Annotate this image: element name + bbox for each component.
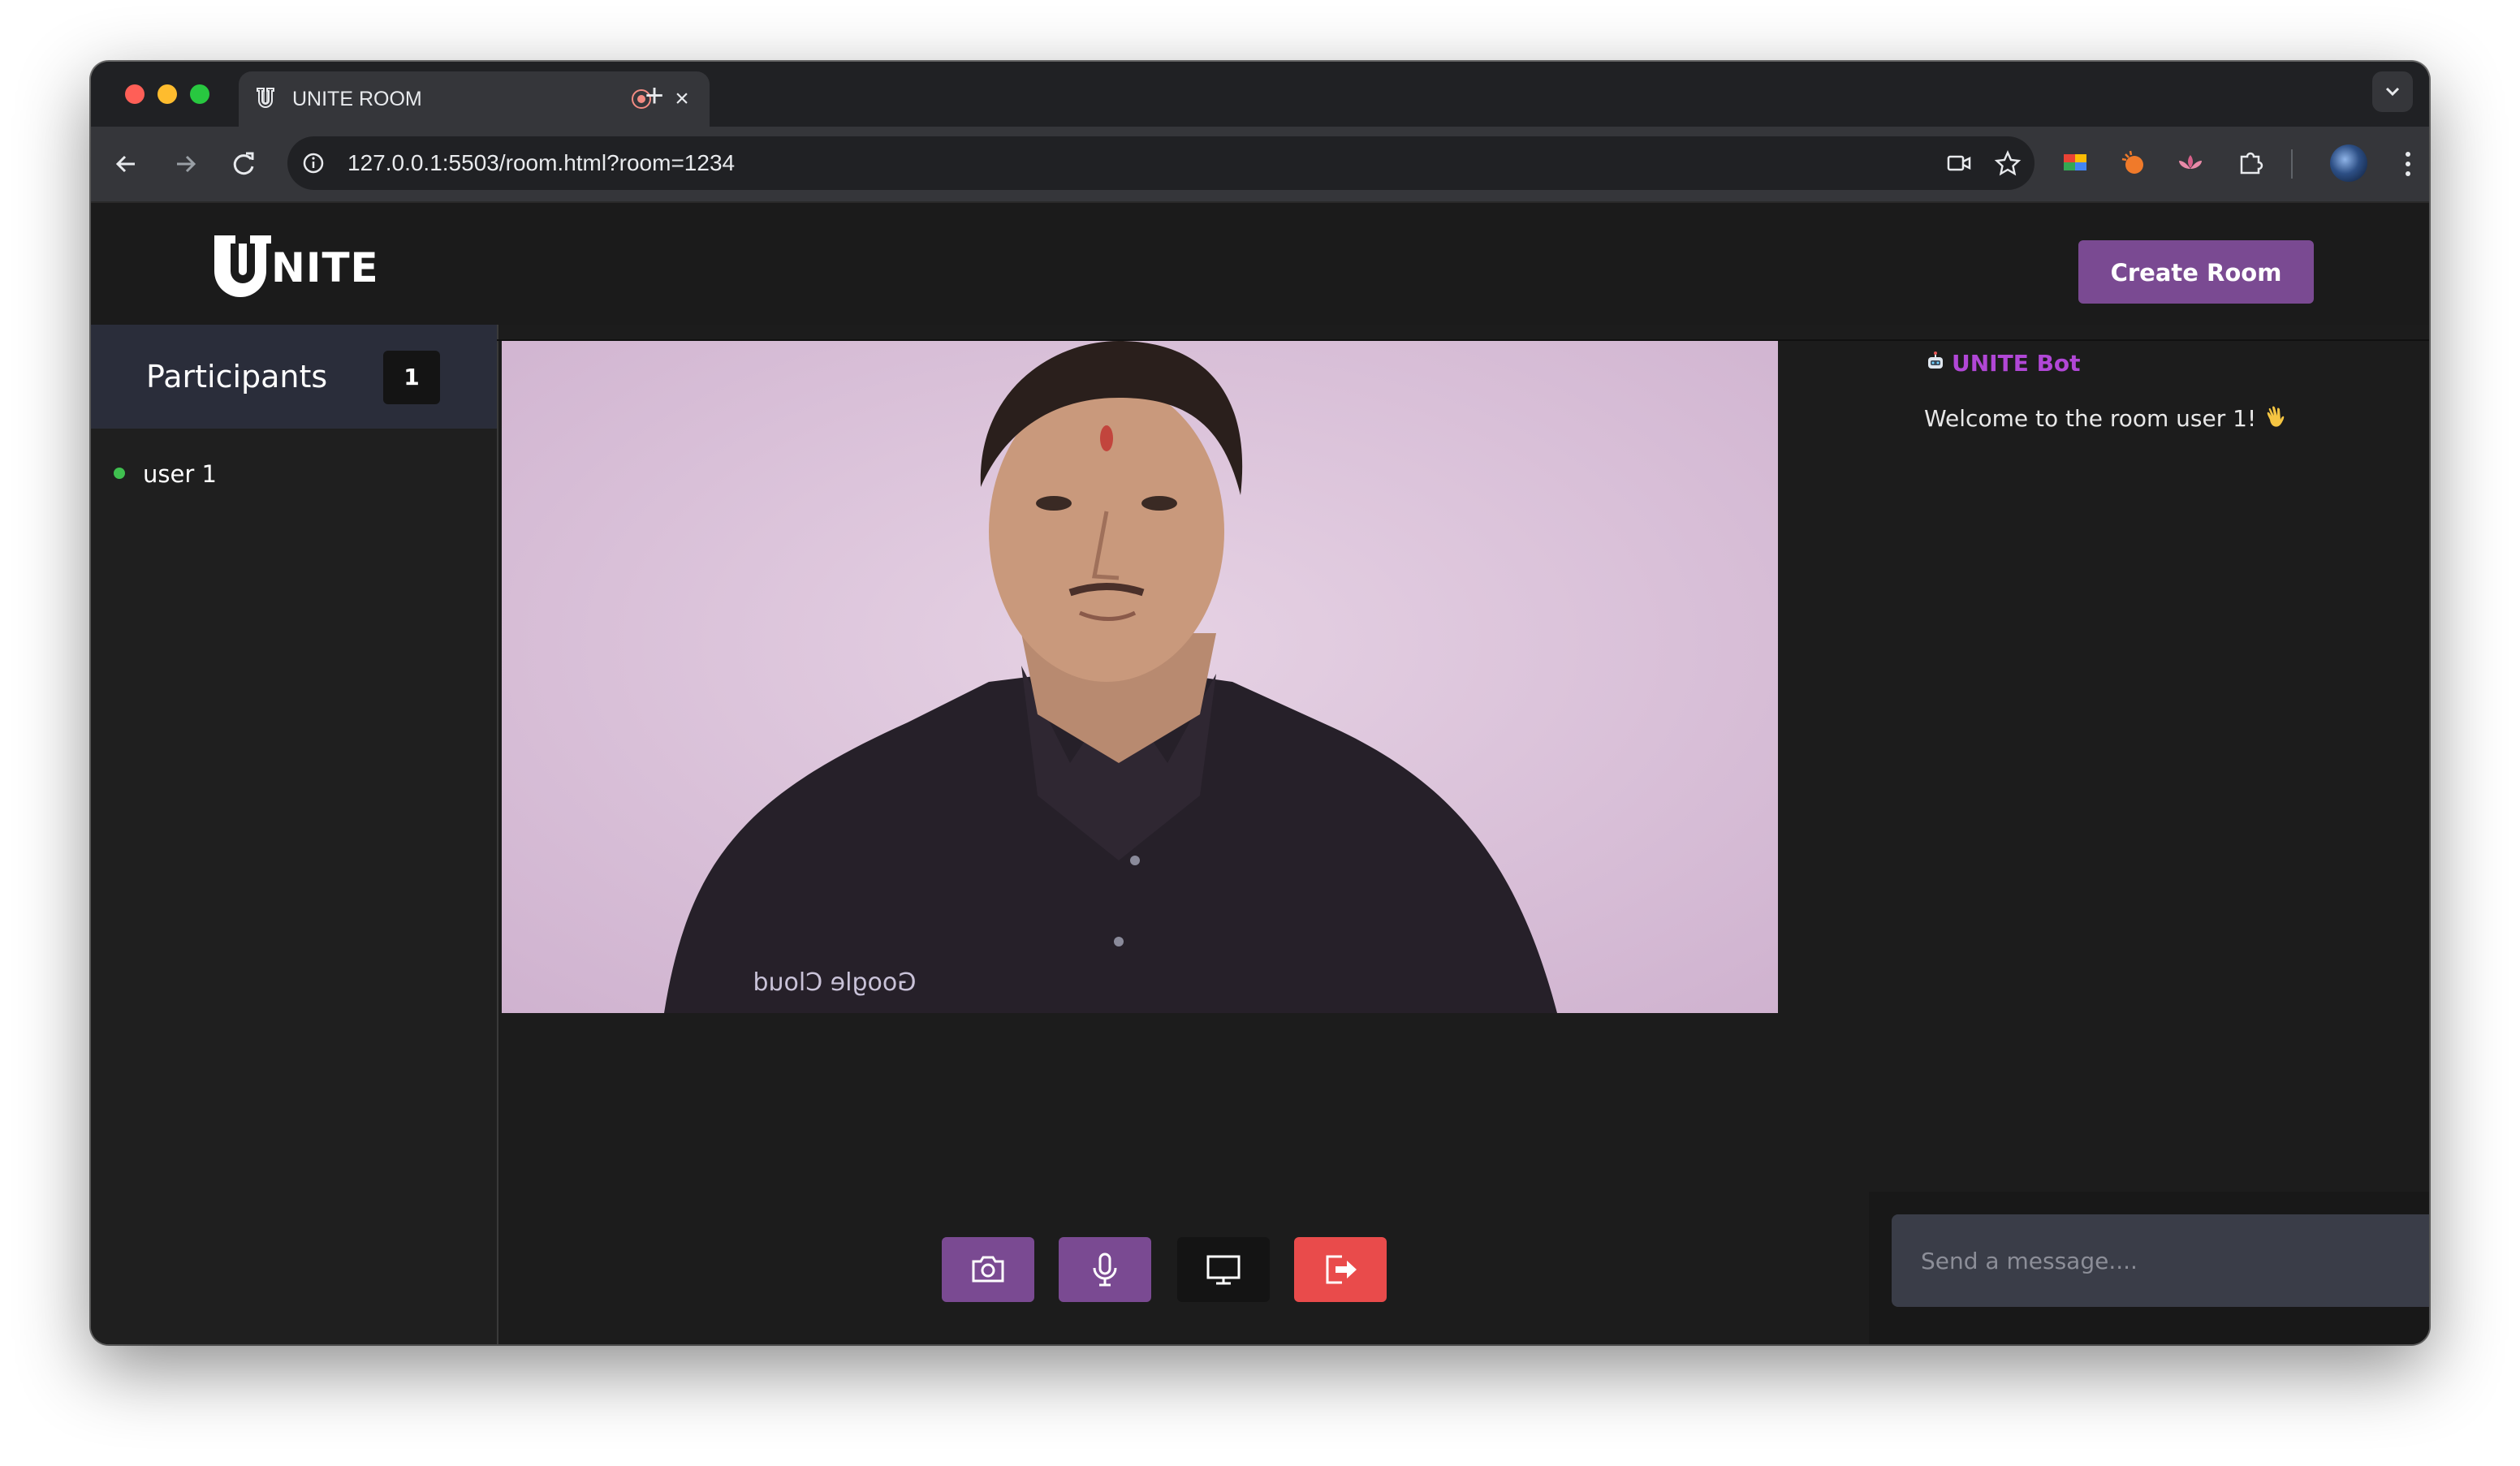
forward-icon[interactable]: [166, 144, 205, 183]
participants-count-badge: 1: [383, 351, 440, 404]
chat-message-text: Welcome to the room user 1!: [1924, 403, 2289, 435]
logo-u-emblem-icon: [214, 235, 271, 297]
chat-message-input[interactable]: [1892, 1214, 2429, 1307]
local-video-feed: Google Cloud: [502, 341, 1778, 1013]
new-tab-icon[interactable]: +: [635, 78, 674, 117]
back-icon[interactable]: [107, 144, 146, 183]
app-navbar: NITE Create Room: [91, 203, 2429, 325]
create-room-button[interactable]: Create Room: [2078, 240, 2314, 304]
toolbar-separator: [2291, 149, 2293, 179]
leave-icon: [1326, 1255, 1357, 1284]
unite-favicon-icon: [257, 88, 274, 108]
site-info-icon[interactable]: [300, 150, 326, 176]
chat-input-area: [1869, 1192, 2429, 1344]
color-extension-icon[interactable]: [2059, 146, 2091, 179]
content-divider: [497, 339, 2429, 341]
browser-window: UNITE ROOM × + 127.0.0.1:5503/room.html?…: [91, 62, 2429, 1344]
chat-panel: UNITE Bot Welcome to the room user 1!: [1869, 325, 2429, 1344]
microphone-toggle-button[interactable]: [1059, 1237, 1151, 1302]
video-area: Google Cloud: [498, 325, 1869, 1344]
address-bar[interactable]: 127.0.0.1:5503/room.html?room=1234: [287, 136, 2035, 190]
participants-title: Participants: [146, 359, 328, 395]
camera-in-use-icon[interactable]: [1944, 148, 1974, 179]
webcam-person-image: Google Cloud: [502, 341, 1778, 1013]
camera-icon: [972, 1256, 1004, 1283]
participants-sidebar: Participants 1 user 1: [91, 325, 498, 1344]
clapping-extension-icon[interactable]: [2117, 146, 2150, 179]
participant-name: user 1: [143, 460, 217, 488]
logo-text: NITE: [271, 244, 379, 291]
robot-icon: [1928, 351, 1943, 369]
camera-toggle-button[interactable]: [942, 1237, 1034, 1302]
screen-share-button[interactable]: [1177, 1237, 1270, 1302]
participants-header: Participants 1: [91, 325, 497, 429]
svg-text:Google Cloud: Google Cloud: [753, 968, 916, 997]
browser-toolbar: 127.0.0.1:5503/room.html?room=1234: [91, 127, 2429, 203]
chevron-down-icon: [2385, 87, 2400, 97]
waving-hand-icon: [2267, 406, 2285, 427]
microphone-icon: [1093, 1253, 1117, 1287]
page-content: NITE Create Room Participants 1 user 1 G…: [91, 203, 2429, 1344]
lotus-extension-icon[interactable]: [2174, 146, 2207, 179]
url-text: 127.0.0.1:5503/room.html?room=1234: [347, 150, 736, 175]
tab-title: UNITE ROOM: [292, 88, 422, 110]
leave-room-button[interactable]: [1294, 1237, 1387, 1302]
more-menu-icon[interactable]: [2392, 144, 2424, 183]
bookmark-star-icon[interactable]: [1992, 148, 2023, 179]
message-body: Welcome to the room user 1!: [1924, 405, 2257, 432]
close-window-button[interactable]: [125, 84, 145, 104]
tab-search-button[interactable]: [2372, 71, 2413, 112]
extensions-puzzle-icon[interactable]: [2234, 146, 2267, 179]
maximize-window-button[interactable]: [190, 84, 209, 104]
monitor-icon: [1206, 1255, 1241, 1285]
minimize-window-button[interactable]: [158, 84, 177, 104]
reload-icon[interactable]: [224, 144, 263, 183]
online-status-dot: [114, 468, 125, 479]
author-name: UNITE Bot: [1952, 350, 2081, 377]
tab-strip: UNITE ROOM × +: [91, 62, 2429, 127]
profile-avatar[interactable]: [2330, 144, 2367, 182]
